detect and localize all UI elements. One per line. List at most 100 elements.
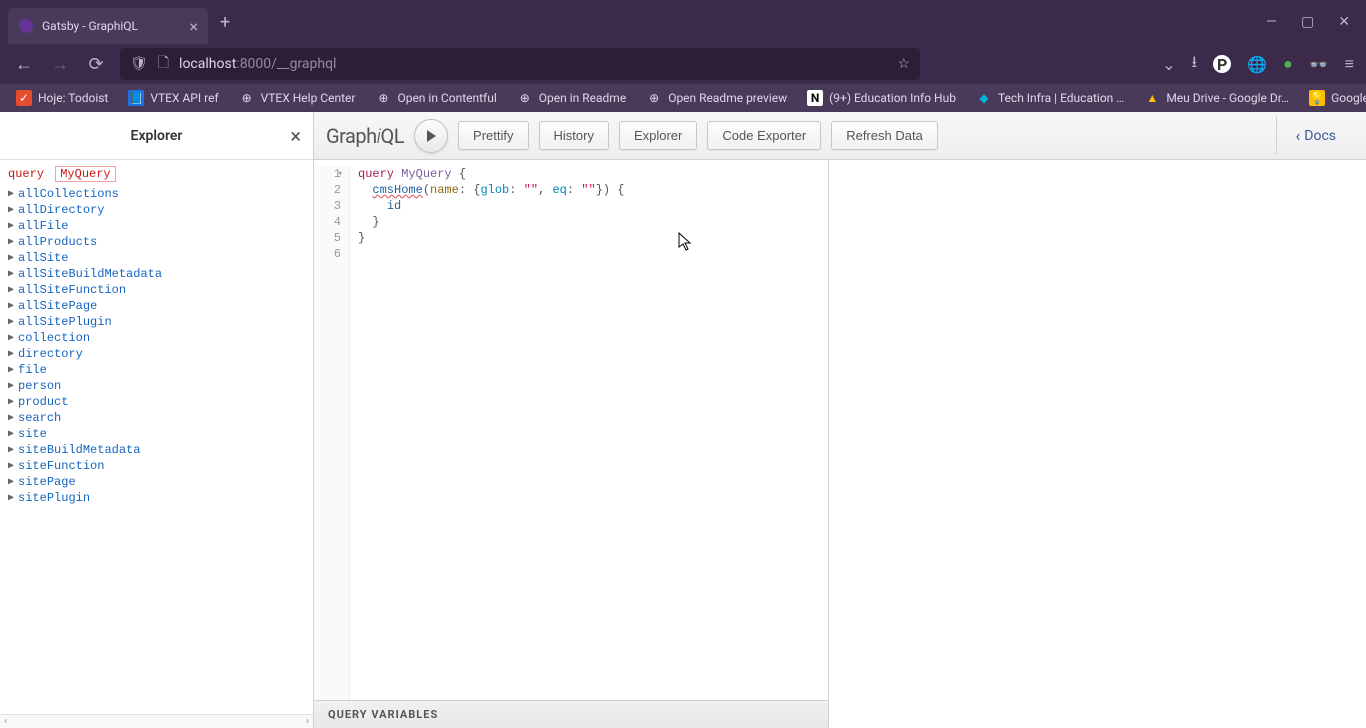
downloads-icon[interactable]: ⭳: [1192, 51, 1198, 78]
bookmark-item[interactable]: ⊕Open in Contentful: [367, 88, 504, 108]
chevron-right-icon: ▶: [8, 476, 14, 488]
explorer-field-item[interactable]: ▶collection: [8, 330, 305, 346]
chevron-right-icon: ▶: [8, 220, 14, 232]
extension-globe-icon[interactable]: 🌐: [1247, 55, 1267, 74]
field-label: allDirectory: [18, 203, 104, 217]
explorer-field-item[interactable]: ▶ allFile: [8, 218, 305, 234]
query-name-input[interactable]: MyQuery: [55, 166, 115, 182]
bookmark-item[interactable]: N(9+) Education Info Hub: [799, 88, 964, 108]
explorer-title: Explorer: [131, 128, 183, 144]
extension-glasses-icon[interactable]: 👓: [1309, 55, 1329, 74]
explorer-field-item[interactable]: ▶allProducts: [8, 234, 305, 250]
explorer-field-item[interactable]: ▶siteBuildMetadata: [8, 442, 305, 458]
fold-icon[interactable]: ▾: [338, 166, 343, 182]
explorer-field-item[interactable]: ▶file: [8, 362, 305, 378]
shield-icon[interactable]: 🛡: [130, 56, 148, 72]
history-button[interactable]: History: [539, 121, 609, 150]
url-text: localhost:8000/__graphql: [179, 56, 887, 72]
bookmark-item[interactable]: ⊕Open in Readme: [509, 88, 634, 108]
explorer-field-item[interactable]: ▶allSitePlugin: [8, 314, 305, 330]
field-label: search: [18, 411, 61, 425]
explorer-panel: Explorer × query MyQuery ▶allCollections…: [0, 112, 314, 728]
browser-tab[interactable]: Gatsby - GraphiQL ×: [8, 8, 208, 44]
field-label: siteFunction: [18, 459, 104, 473]
tab-close-icon[interactable]: ×: [189, 17, 198, 36]
extension-p-icon[interactable]: P: [1213, 55, 1231, 73]
page-info-icon[interactable]: 🗋: [158, 52, 169, 76]
docs-button[interactable]: ‹ Docs: [1276, 116, 1354, 155]
maximize-button[interactable]: ▢: [1301, 14, 1314, 30]
explorer-footer: ‹ ›: [0, 714, 313, 728]
refresh-data-button[interactable]: Refresh Data: [831, 121, 938, 150]
pocket-icon[interactable]: ⌄: [1162, 55, 1175, 74]
bookmark-item[interactable]: ◆Tech Infra | Education …: [968, 88, 1132, 108]
code-content[interactable]: query MyQuery { cmsHome(name: {glob: "",…: [350, 166, 625, 700]
footer-scroll-right[interactable]: ›: [306, 716, 309, 727]
diamond-icon: ◆: [976, 90, 992, 106]
explorer-field-item[interactable]: ▶sitePage: [8, 474, 305, 490]
explorer-field-item[interactable]: ▶ directory: [8, 346, 305, 362]
globe-icon: ⊕: [646, 90, 662, 106]
explorer-field-item[interactable]: ▶allSite: [8, 250, 305, 266]
query-editor-pane: 1▾ 2 3 4 5 6 query MyQuery { cmsHome(nam…: [314, 160, 829, 728]
bookmark-item[interactable]: ⊕Open Readme preview: [638, 88, 795, 108]
explorer-close-icon[interactable]: ×: [290, 124, 301, 148]
explorer-field-item[interactable]: ▶person: [8, 378, 305, 394]
explorer-field-item[interactable]: ▶site: [8, 426, 305, 442]
query-variables-bar[interactable]: Query Variables: [314, 700, 828, 728]
chevron-right-icon: ▶: [8, 300, 14, 312]
explorer-field-item[interactable]: ▶allSiteBuildMetadata: [8, 266, 305, 282]
graphiql-main: GraphiQL Prettify History Explorer Code …: [314, 112, 1366, 728]
explorer-field-item[interactable]: ▶siteFunction: [8, 458, 305, 474]
chevron-right-icon: ▶: [8, 284, 14, 296]
explorer-toggle-button[interactable]: Explorer: [619, 121, 697, 150]
bookmark-star-icon[interactable]: ☆: [897, 56, 910, 72]
menu-icon[interactable]: ≡: [1345, 54, 1354, 74]
explorer-field-item[interactable]: ▶allSiteFunction: [8, 282, 305, 298]
globe-icon: ⊕: [517, 90, 533, 106]
chevron-right-icon: ▶: [8, 332, 14, 344]
bookmark-label: Hoje: Todoist: [38, 91, 108, 105]
explorer-field-item[interactable]: ▶allSitePage: [8, 298, 305, 314]
tab-favicon-icon: [18, 18, 34, 34]
bookmark-item[interactable]: ✓Hoje: Todoist: [8, 88, 116, 108]
forward-button[interactable]: →: [48, 54, 72, 75]
explorer-field-item[interactable]: ▶allCollections: [8, 186, 305, 202]
back-button[interactable]: ←: [12, 54, 36, 75]
tab-title: Gatsby - GraphiQL: [42, 19, 181, 33]
field-label: site: [18, 427, 47, 441]
explorer-body[interactable]: query MyQuery ▶allCollections▶allDirecto…: [0, 160, 313, 714]
line-gutter: 1▾ 2 3 4 5 6: [314, 166, 350, 700]
extension-green-icon[interactable]: ●: [1283, 54, 1293, 74]
chevron-right-icon: ▶: [8, 396, 14, 408]
reload-button[interactable]: ⟳: [84, 54, 108, 75]
url-input[interactable]: 🛡 🗋 localhost:8000/__graphql ☆: [120, 48, 920, 80]
field-label: directory: [18, 347, 83, 361]
bookmark-label: (9+) Education Info Hub: [829, 91, 956, 105]
explorer-field-item[interactable]: ▶allDirectory: [8, 202, 305, 218]
result-pane: [829, 160, 1366, 728]
chevron-right-icon: ▶: [8, 412, 14, 424]
field-label: siteBuildMetadata: [18, 443, 140, 457]
prettify-button[interactable]: Prettify: [458, 121, 528, 150]
minimize-button[interactable]: —: [1266, 14, 1277, 30]
field-label: allFile: [18, 219, 68, 233]
bookmark-item[interactable]: 💡Google Keep: [1301, 88, 1366, 108]
execute-button[interactable]: [414, 119, 448, 153]
explorer-field-item[interactable]: ▶product: [8, 394, 305, 410]
new-tab-button[interactable]: +: [220, 12, 230, 33]
bookmark-item[interactable]: ▲Meu Drive - Google Dr…: [1136, 88, 1297, 108]
toolbar-extensions: ⌄ ⭳ P 🌐 ● 👓 ≡: [1162, 51, 1354, 78]
bookmark-item[interactable]: 📘VTEX API ref: [120, 88, 226, 108]
explorer-field-item[interactable]: ▶sitePlugin: [8, 490, 305, 506]
explorer-field-item[interactable]: ▶ search: [8, 410, 305, 426]
code-exporter-button[interactable]: Code Exporter: [707, 121, 821, 150]
bookmark-item[interactable]: ⊕VTEX Help Center: [231, 88, 364, 108]
chevron-right-icon: ▶: [8, 348, 14, 360]
bookmark-label: VTEX Help Center: [261, 91, 356, 105]
close-button[interactable]: ✕: [1338, 14, 1350, 30]
footer-scroll-left[interactable]: ‹: [4, 716, 7, 727]
query-editor[interactable]: 1▾ 2 3 4 5 6 query MyQuery { cmsHome(nam…: [314, 160, 828, 700]
address-bar: ← → ⟳ 🛡 🗋 localhost:8000/__graphql ☆ ⌄ ⭳…: [0, 44, 1366, 84]
bookmark-label: Google Keep: [1331, 91, 1366, 105]
